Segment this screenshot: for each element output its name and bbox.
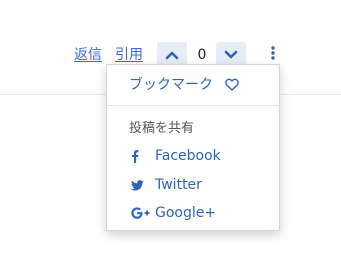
bookmark-label: ブックマーク (129, 77, 213, 93)
facebook-icon (131, 149, 153, 163)
vote-count: 0 (197, 47, 207, 63)
chevron-down-icon (224, 50, 238, 60)
heart-outline-icon (225, 78, 239, 91)
share-twitter-item[interactable]: Twitter (107, 172, 279, 198)
page: 返信 引用 0 ブックマーク 投稿を共有 Facebook Twitter Go… (0, 0, 341, 280)
share-facebook-item[interactable]: Facebook (107, 143, 279, 169)
post-divider-left (0, 94, 106, 95)
chevron-up-icon (165, 50, 179, 60)
google-plus-icon (131, 207, 153, 219)
facebook-label: Facebook (155, 148, 221, 164)
share-googleplus-item[interactable]: Google+ (107, 200, 279, 226)
menu-separator (107, 105, 279, 106)
bookmark-menu-item[interactable]: ブックマーク (107, 71, 279, 97)
reply-link[interactable]: 返信 (74, 45, 102, 65)
post-divider-right (281, 94, 341, 95)
more-options-button[interactable] (264, 44, 282, 64)
vertical-dots-icon (271, 45, 275, 64)
twitter-label: Twitter (155, 177, 202, 193)
post-action-bar: 返信 引用 0 (0, 0, 341, 70)
twitter-icon (131, 179, 153, 191)
quote-link[interactable]: 引用 (115, 45, 143, 65)
googleplus-label: Google+ (155, 205, 217, 221)
post-options-menu: ブックマーク 投稿を共有 Facebook Twitter Google+ (106, 64, 280, 231)
share-section-heading: 投稿を共有 (129, 121, 195, 136)
